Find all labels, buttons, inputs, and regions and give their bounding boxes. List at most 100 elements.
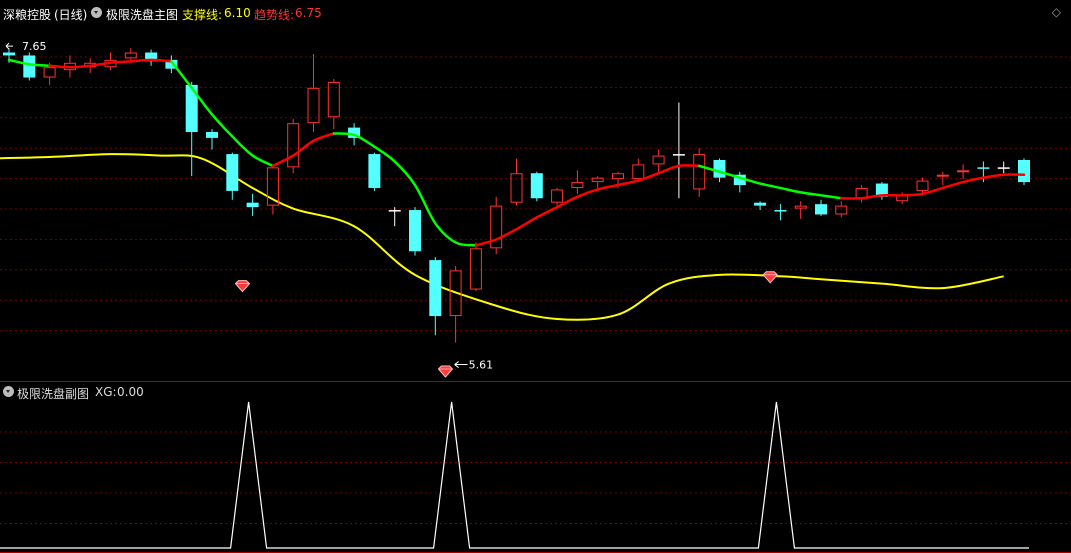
candle bbox=[23, 52, 36, 81]
candle-body bbox=[815, 204, 827, 215]
candle-body bbox=[327, 81, 340, 118]
trend-line-segment bbox=[840, 173, 1026, 200]
candle-body bbox=[754, 202, 767, 206]
candle bbox=[571, 170, 584, 194]
candle-body bbox=[571, 182, 584, 188]
support-value: 6.10 bbox=[224, 6, 251, 20]
candle bbox=[957, 164, 970, 180]
xg-value: 0.00 bbox=[117, 385, 144, 399]
candle-body bbox=[794, 205, 807, 209]
candle bbox=[530, 171, 543, 202]
candle bbox=[429, 257, 442, 336]
chart-canvas: 7.65 5.61 bbox=[0, 40, 1071, 553]
candle-body bbox=[287, 123, 300, 168]
candle-body bbox=[1018, 159, 1030, 183]
low-price-label: 5.61 bbox=[469, 359, 494, 372]
gem-marker-icon bbox=[762, 271, 778, 284]
candle bbox=[551, 187, 564, 206]
candle bbox=[185, 81, 198, 177]
candle-body bbox=[835, 205, 848, 215]
candle bbox=[733, 171, 746, 193]
candle bbox=[368, 152, 381, 191]
gem-marker-icon bbox=[234, 280, 251, 293]
indicator-name[interactable]: 极限洗盘主图 bbox=[106, 6, 178, 23]
candle-body bbox=[551, 189, 564, 203]
candle-body bbox=[510, 173, 523, 203]
candle bbox=[409, 207, 421, 256]
candle-body bbox=[916, 180, 929, 191]
candle-body bbox=[652, 155, 665, 165]
candle-body bbox=[672, 154, 685, 156]
candle-body bbox=[368, 154, 381, 188]
candle-body bbox=[530, 173, 543, 199]
candle bbox=[246, 193, 259, 216]
signal-markers bbox=[234, 271, 778, 378]
grid-lines bbox=[0, 56, 1071, 553]
candle-body bbox=[774, 210, 787, 212]
stock-name[interactable]: 深粮控股 bbox=[3, 6, 51, 23]
candle bbox=[794, 201, 807, 219]
candle-body bbox=[3, 52, 15, 56]
candle-body bbox=[612, 173, 624, 180]
candle bbox=[287, 118, 300, 174]
candle-body bbox=[307, 87, 320, 124]
candle bbox=[490, 196, 503, 255]
candle-body bbox=[388, 210, 401, 212]
trend-line-segment bbox=[271, 132, 336, 168]
main-chart-header: 深粮控股 (日线) 极限洗盘主图 支撑线: 6.10 趋势线: 6.75 ◇ bbox=[0, 0, 1071, 26]
candle bbox=[307, 53, 320, 133]
sub-chart-header: 极限洗盘副图 XG: 0.00 bbox=[0, 383, 1071, 401]
signal-line bbox=[0, 401, 1029, 549]
trend-line-segment bbox=[332, 132, 478, 247]
xg-label: XG: bbox=[95, 385, 117, 399]
low-arrow bbox=[454, 361, 468, 368]
candle bbox=[672, 102, 685, 199]
candle-body bbox=[409, 210, 421, 252]
candle bbox=[388, 207, 401, 227]
sub-indicator-name[interactable]: 极限洗盘副图 bbox=[17, 385, 89, 402]
candle bbox=[916, 177, 929, 194]
candle-body bbox=[713, 159, 726, 178]
candle bbox=[469, 242, 482, 292]
candle-body bbox=[632, 164, 645, 180]
candle bbox=[145, 49, 158, 66]
trend-label: 趋势线: bbox=[254, 8, 295, 22]
candle bbox=[1018, 158, 1030, 186]
candle bbox=[226, 152, 239, 200]
candle-body bbox=[246, 202, 259, 208]
candle bbox=[510, 158, 523, 206]
candle bbox=[774, 204, 787, 221]
candle bbox=[652, 149, 665, 174]
candle bbox=[875, 182, 888, 200]
candle-body bbox=[957, 170, 970, 173]
candle bbox=[206, 129, 218, 150]
candle-body bbox=[226, 154, 239, 191]
candle-body bbox=[855, 187, 868, 199]
candle-body bbox=[429, 260, 442, 317]
period-label: (日线) bbox=[54, 8, 88, 22]
candle bbox=[855, 185, 868, 203]
candle bbox=[165, 55, 178, 74]
candle-body bbox=[936, 174, 949, 177]
candle-body bbox=[693, 154, 706, 190]
candle-body bbox=[43, 67, 56, 78]
dropdown-circle-icon[interactable] bbox=[91, 7, 102, 21]
diamond-icon[interactable]: ◇ bbox=[1052, 5, 1061, 19]
candle-body bbox=[977, 167, 990, 169]
support-label: 支撑线: bbox=[182, 8, 223, 22]
sub-chart bbox=[0, 401, 1029, 549]
candle bbox=[997, 161, 1010, 174]
high-price-label: 7.65 bbox=[22, 40, 47, 53]
candle-body bbox=[469, 248, 482, 290]
candle-body bbox=[997, 167, 1010, 169]
trend-line-segment bbox=[474, 164, 701, 247]
candle-body bbox=[23, 55, 36, 78]
dropdown-circle-icon[interactable] bbox=[3, 386, 14, 400]
candle-body bbox=[206, 132, 218, 138]
candle bbox=[266, 164, 279, 215]
candle bbox=[815, 199, 827, 216]
gem-marker-icon bbox=[437, 365, 454, 378]
trend-value: 6.75 bbox=[295, 6, 322, 20]
candle bbox=[693, 148, 706, 197]
candle bbox=[327, 79, 340, 130]
